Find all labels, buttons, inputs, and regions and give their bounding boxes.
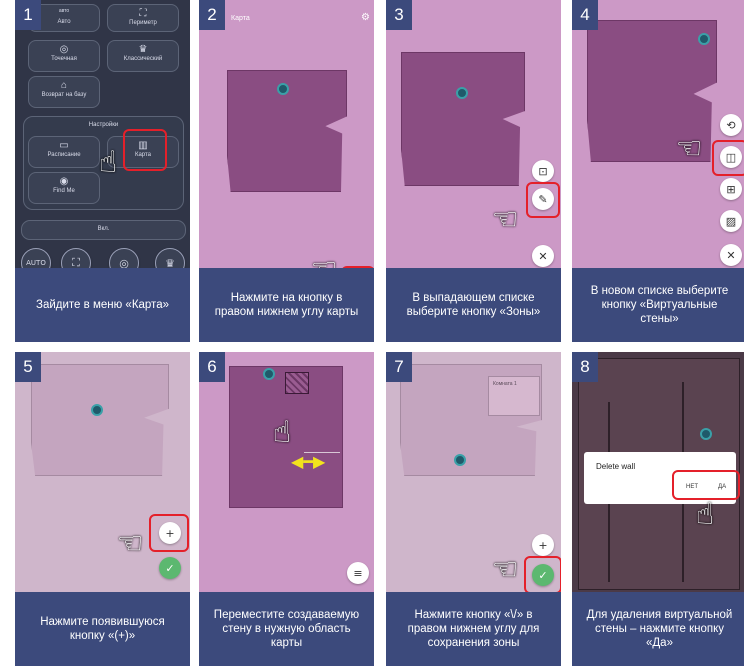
robot-icon <box>91 404 103 416</box>
add-wall-highlight <box>149 514 189 552</box>
dialog-buttons-highlight <box>672 470 740 500</box>
zone-rectangle: Комната 1 <box>488 376 540 416</box>
crown-icon: ♛ <box>138 44 148 55</box>
step-6-panel: ☝ ◀━▶ ≡ Переместите создаваемую стену в … <box>199 352 374 666</box>
classic-mode-tile[interactable]: ♛ Классический <box>107 40 179 72</box>
zone-label: Комната 1 <box>493 381 517 387</box>
settings-heading: Настройки <box>88 122 119 128</box>
map-menu-button[interactable]: ≡ <box>347 562 369 584</box>
drag-arrows-icon: ◀━▶ <box>291 452 326 471</box>
step-4-panel: ⟲ ◫ ⊞ ▨ ✕ ☝ 4 В новом списке выберите кн… <box>572 0 744 342</box>
calendar-icon: ▭ <box>59 140 69 151</box>
map-screenshot: Карта ⚙ ≡ ☝ <box>199 0 374 268</box>
step-caption: Нажмите появившуюся кнопку «(+)» <box>15 592 190 666</box>
step-number: 3 <box>386 0 412 30</box>
no-go-zone-icon[interactable]: ▨ <box>720 210 742 232</box>
zones-dropdown-top-button[interactable]: ⊡ <box>532 160 554 182</box>
pointing-hand-icon: ☝ <box>696 497 715 532</box>
step-number: 6 <box>199 352 225 382</box>
perimeter-mode-button[interactable]: ⛶ <box>61 248 91 268</box>
step-caption: Нажмите кнопку «\/» в правом нижнем углу… <box>386 592 561 666</box>
robot-icon <box>263 368 275 380</box>
undo-icon[interactable]: ⟲ <box>720 114 742 136</box>
zones-button-highlight <box>526 182 560 218</box>
perimeter-mode-tile[interactable]: ⛶ Периметр <box>107 4 179 32</box>
perimeter-icon: ⛶ <box>139 8 147 19</box>
virtual-walls-highlight <box>712 140 744 176</box>
dialog-title: Delete wall <box>596 462 636 471</box>
spot-icon: ◎ <box>59 44 69 55</box>
step-8-panel: Delete wall НЕТ ДА ☝ Для удаления виртуа… <box>572 352 744 666</box>
pointing-hand-icon: ☝ <box>489 209 525 229</box>
step-caption: Переместите создаваемую стену в нужную о… <box>199 592 374 666</box>
mode-buttons-row: AUTO ⛶ ◎ ♛ <box>21 248 186 268</box>
pointing-hand-icon: ☝ <box>308 260 343 268</box>
step-number: 7 <box>386 352 412 382</box>
map-title: Карта <box>231 15 250 22</box>
pointing-hand-icon: ☝ <box>114 533 150 553</box>
robot-icon <box>698 33 710 45</box>
step-caption: Для удаления виртуальной стены – нажмите… <box>572 592 744 666</box>
robot-icon <box>454 454 466 466</box>
step-number: 4 <box>572 0 598 30</box>
pointing-hand-icon: ☝ <box>673 138 709 158</box>
step-caption: В выпадающем списке выберите кнопку «Зон… <box>386 268 561 342</box>
step-caption: В новом списке выберите кнопку «Виртуаль… <box>572 268 744 342</box>
robot-icon <box>277 83 289 95</box>
spot-mode-tile[interactable]: ◎ Точечная <box>28 40 100 72</box>
map-screenshot: Delete wall НЕТ ДА ☝ <box>572 352 744 592</box>
save-zone-highlight <box>524 556 561 592</box>
map-screenshot: + ✓ ☝ <box>15 352 190 592</box>
step-number: 1 <box>15 0 41 30</box>
map-screenshot: Комната 1 + ✓ ☝ <box>386 352 561 592</box>
map-screenshot: ☝ ◀━▶ ≡ <box>199 352 374 592</box>
dragging-hand-icon: ☝ <box>273 415 292 450</box>
spot-mode-button[interactable]: ◎ <box>109 248 139 268</box>
app-menu-screenshot: авто Авто ⛶ Периметр ◎ Точечная ♛ Класси… <box>15 0 190 268</box>
step-number: 5 <box>15 352 41 382</box>
step-number: 8 <box>572 352 598 382</box>
close-icon[interactable]: ✕ <box>532 245 554 267</box>
map-screenshot: ⟲ ◫ ⊞ ▨ ✕ ☝ <box>572 0 744 268</box>
pointing-hand-icon: ☝ <box>489 559 525 579</box>
on-toggle-bar[interactable]: Вкл. <box>21 220 186 240</box>
pointing-hand-icon: ☝ <box>99 145 118 180</box>
qr-icon[interactable]: ⊞ <box>720 178 742 200</box>
step-7-panel: Комната 1 + ✓ ☝ Нажмите кнопку «\/» в пр… <box>386 352 561 666</box>
step-2-panel: Карта ⚙ ≡ ☝ 2 Нажмите на кнопку в правом… <box>199 0 374 342</box>
floor-map <box>31 364 169 476</box>
no-go-zone-rectangle <box>285 372 309 394</box>
floor-map <box>401 52 525 186</box>
step-number: 2 <box>199 0 225 30</box>
schedule-tile[interactable]: ▭ Расписание <box>28 136 100 168</box>
classic-mode-button[interactable]: ♛ <box>155 248 185 268</box>
step-5-panel: + ✓ ☝ Нажмите появившуюся кнопку «(+)» 5 <box>15 352 190 666</box>
find-me-icon: ◉ <box>59 176 69 187</box>
settings-gear-icon[interactable]: ⚙ <box>361 12 370 23</box>
auto-mode-button[interactable]: AUTO <box>21 248 51 268</box>
close-icon[interactable]: ✕ <box>720 244 742 266</box>
map-tile-highlight <box>123 129 167 171</box>
robot-icon <box>456 87 468 99</box>
add-wall-button[interactable]: + <box>532 534 554 556</box>
confirm-icon[interactable]: ✓ <box>159 557 181 579</box>
step-caption: Нажмите на кнопку в правом нижнем углу к… <box>199 268 374 342</box>
robot-icon <box>700 428 712 440</box>
map-screenshot: ⊡ ✎ ✕ ☝ <box>386 0 561 268</box>
home-icon: ⌂ <box>60 80 68 91</box>
find-me-tile[interactable]: ◉ Find Me <box>28 172 100 204</box>
step-3-panel: ⊡ ✎ ✕ ☝ 3 В выпадающем списке выберите к… <box>386 0 561 342</box>
step-1-panel: авто Авто ⛶ Периметр ◎ Точечная ♛ Класси… <box>15 0 190 342</box>
return-to-base-tile[interactable]: ⌂ Возврат на базу <box>28 76 100 108</box>
step-caption: Зайдите в меню «Карта» <box>15 268 190 342</box>
